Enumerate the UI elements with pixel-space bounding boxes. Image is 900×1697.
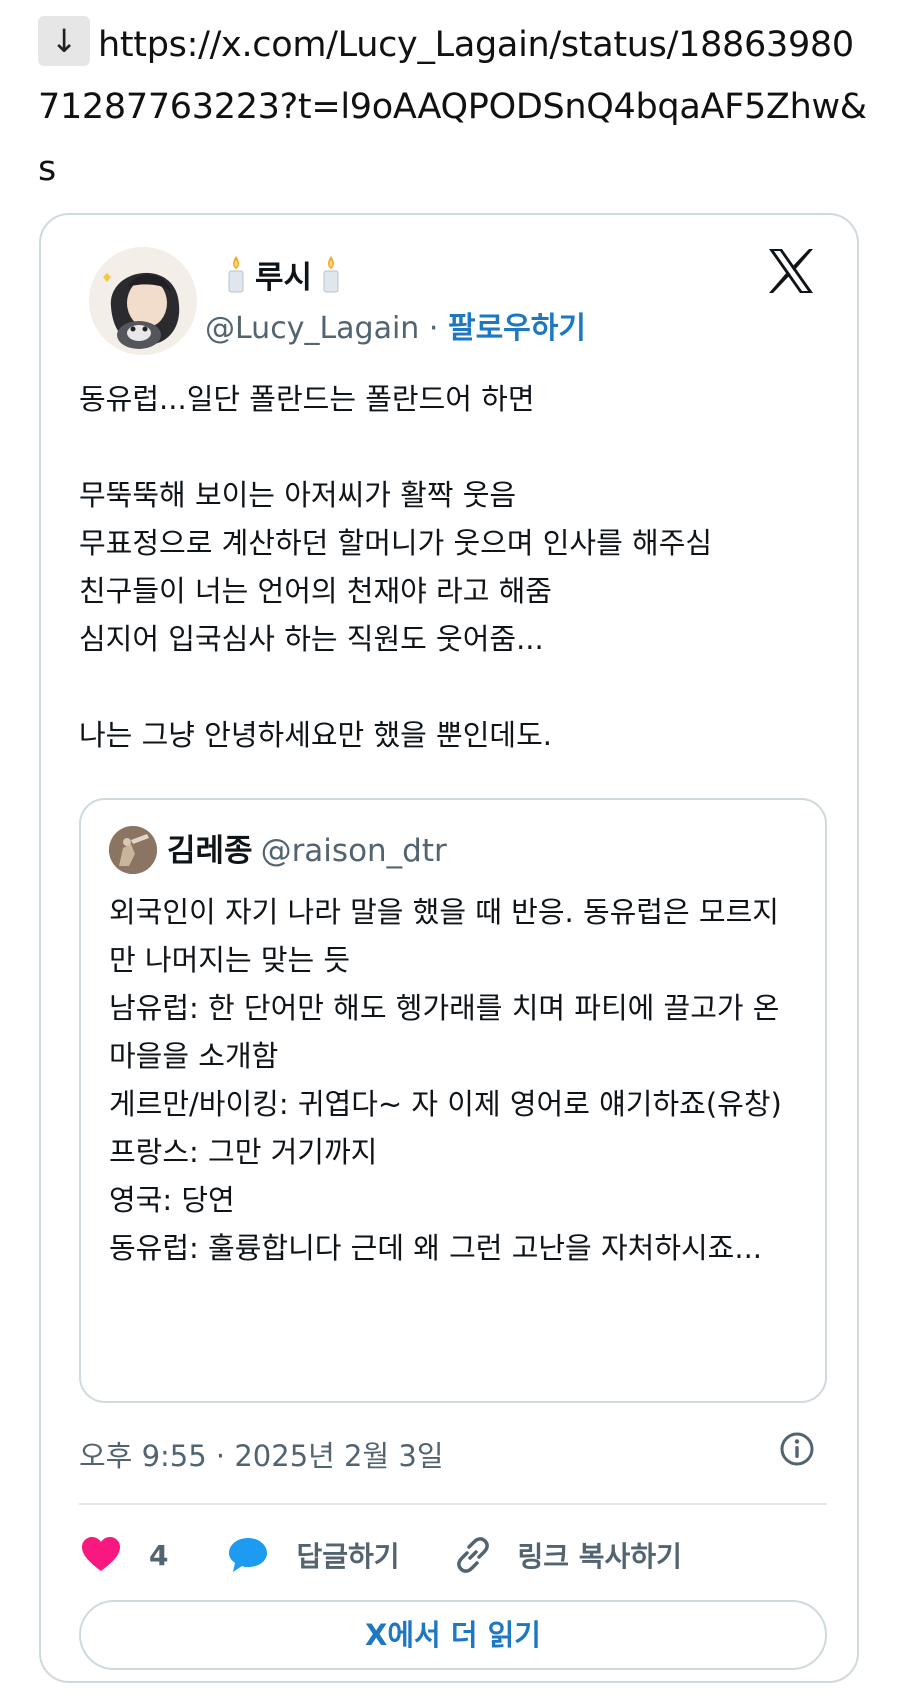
like-count: 4 bbox=[149, 1538, 169, 1572]
url-link[interactable]: https://x.com/Lucy_Lagain/status/1886398… bbox=[38, 25, 867, 189]
candle-icon bbox=[320, 254, 342, 294]
speech-bubble-icon bbox=[226, 1533, 270, 1577]
quoted-tweet-text: 외국인이 자기 나라 말을 했을 때 반응. 동유럽은 모르지만 나머지는 맞는… bbox=[109, 895, 782, 1265]
follow-button[interactable]: 팔로우하기 bbox=[448, 311, 586, 346]
shared-url-text[interactable]: ↓ https://x.com/Lucy_Lagain/status/188639… bbox=[38, 14, 868, 200]
copy-link-label: 링크 복사하기 bbox=[517, 1540, 682, 1573]
quoted-tweet[interactable]: 김레종 @raison_dtr 외국인이 자기 나라 말을 했을 때 반응. 동유… bbox=[79, 798, 827, 1403]
download-arrow-icon: ↓ bbox=[38, 16, 90, 66]
x-logo-icon[interactable] bbox=[765, 245, 817, 297]
author-handle-row: @Lucy_Lagain · 팔로우하기 bbox=[205, 303, 586, 347]
author-name[interactable]: 루시 bbox=[255, 252, 312, 297]
like-button[interactable]: 4 bbox=[79, 1533, 168, 1577]
author-handle[interactable]: @Lucy_Lagain bbox=[205, 311, 419, 346]
author-name-row[interactable]: 루시 bbox=[217, 251, 350, 297]
tweet-body-text: 동유럽...일단 폴란드는 폴란드어 하면 무뚝뚝해 보이는 아저씨가 활짝 웃… bbox=[79, 382, 713, 752]
heart-icon bbox=[79, 1533, 123, 1577]
tweet-timestamp[interactable]: 오후 9:55 · 2025년 2월 3일 bbox=[79, 1433, 444, 1475]
action-divider bbox=[79, 1503, 827, 1505]
quoted-author-name[interactable]: 김레종 bbox=[167, 833, 253, 869]
tweet-embed-card[interactable]: 루시 @Lucy_Lagain · 팔로우하기 동유럽...일단 폴란드는 폴란… bbox=[39, 213, 859, 1683]
info-icon[interactable] bbox=[777, 1429, 817, 1469]
quoted-author-handle[interactable]: @raison_dtr bbox=[261, 833, 447, 869]
quoted-author-avatar[interactable] bbox=[109, 826, 157, 874]
candle-icon bbox=[225, 254, 247, 294]
action-bar: 4 답글하기 링크 복사하기 bbox=[79, 1525, 827, 1585]
copy-link-button[interactable]: 링크 복사하기 bbox=[452, 1534, 682, 1576]
handle-separator: · bbox=[428, 311, 439, 346]
reply-button[interactable]: 답글하기 bbox=[226, 1533, 400, 1577]
reply-label: 답글하기 bbox=[296, 1540, 400, 1573]
author-avatar[interactable] bbox=[89, 247, 197, 355]
quoted-author-row: 김레종 @raison_dtr bbox=[167, 826, 447, 876]
read-more-on-x-button[interactable]: X에서 더 읽기 bbox=[79, 1600, 827, 1670]
link-icon bbox=[452, 1534, 494, 1576]
